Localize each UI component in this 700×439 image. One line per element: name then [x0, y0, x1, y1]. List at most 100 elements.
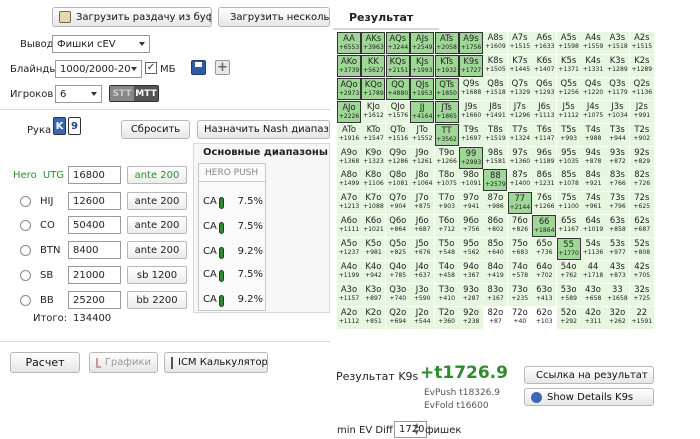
hand-cell[interactable]: Q5s +1256: [556, 77, 581, 100]
mode-mtt[interactable]: MTT: [134, 86, 158, 101]
graphs-button[interactable]: Графики: [89, 352, 158, 373]
hand-cell[interactable]: 44 +1718: [581, 261, 605, 283]
hand-cell[interactable]: J5o +676: [410, 238, 435, 261]
hand-cell[interactable]: 98s +1581: [483, 146, 508, 169]
hand-cell[interactable]: T6o +712: [434, 215, 459, 238]
hand-cell[interactable]: 96s +1189: [532, 146, 557, 169]
hand-cell[interactable]: 64o +702: [532, 261, 557, 283]
push-row[interactable]: CA 7.5%: [201, 218, 263, 238]
ante-button[interactable]: bb 2200: [127, 291, 187, 309]
hand-cell[interactable]: 62s +687: [629, 215, 654, 238]
hand-cell[interactable]: Q7s +1329: [507, 77, 532, 100]
hand-cell[interactable]: 92o +238: [459, 306, 483, 329]
hand-cell[interactable]: 97o +941: [459, 192, 483, 215]
hand-cell[interactable]: A7o +1213: [337, 192, 361, 215]
player-radio[interactable]: [20, 196, 31, 207]
hand-cell[interactable]: K9o +1323: [361, 146, 386, 169]
hand-cell[interactable]: K8o +1106: [361, 169, 386, 192]
player-radio[interactable]: [20, 220, 31, 231]
hand-cell[interactable]: 52s +808: [629, 238, 654, 261]
player-radio[interactable]: [20, 245, 31, 256]
hand-cell[interactable]: Q9o +1286: [385, 146, 410, 169]
hand-cell[interactable]: J4o +637: [410, 261, 435, 283]
load-clipboard-button[interactable]: Загрузить раздачу из буфера: [52, 7, 212, 27]
hand-cell[interactable]: T4o +458: [434, 261, 459, 283]
stack-input[interactable]: 16800: [68, 166, 121, 184]
hand-cell[interactable]: 75o +683: [507, 238, 532, 261]
players-select[interactable]: 6: [55, 85, 102, 103]
hand-cell[interactable]: 43s +873: [605, 261, 630, 283]
hand-cell[interactable]: Q6o +864: [385, 215, 410, 238]
hand-cell[interactable]: Q8s +1518: [483, 77, 508, 100]
hand-cell[interactable]: 53o +589: [556, 283, 581, 306]
hand-cell[interactable]: T2s +902: [629, 123, 654, 146]
hand-cell[interactable]: 82o +87: [483, 306, 508, 329]
hand-cell[interactable]: 96o +756: [459, 215, 483, 238]
hand-cell[interactable]: AQs +3244: [385, 32, 410, 54]
hand-cell[interactable]: K9s +1727: [459, 54, 483, 77]
hand-cell[interactable]: T9o +1266: [434, 146, 459, 169]
hand-cell[interactable]: Q9s +1688: [459, 77, 483, 100]
hand-cell[interactable]: 87s +1400: [507, 169, 532, 192]
hand-cell[interactable]: 64s +1019: [581, 215, 605, 238]
hand-cell[interactable]: 66 +1864: [532, 215, 557, 238]
hand-cell[interactable]: K3o +897: [361, 283, 386, 306]
hand-cell[interactable]: 76o +826: [507, 215, 532, 238]
hand-cell[interactable]: KJo +1612: [361, 100, 386, 123]
hand-cell[interactable]: 54o +762: [556, 261, 581, 283]
hand-cell[interactable]: KK +5627: [361, 54, 386, 77]
hand-cell[interactable]: T8s +1519: [483, 123, 508, 146]
hand-cell[interactable]: A2s +1515: [629, 32, 654, 54]
hand-cell[interactable]: K6s +1407: [532, 54, 557, 77]
hand-cell[interactable]: KTs +1932: [434, 54, 459, 77]
hand-cell[interactable]: 86s +1231: [532, 169, 557, 192]
hand-cell[interactable]: QQ +4880: [385, 77, 410, 100]
hand-cell[interactable]: 93o +287: [459, 283, 483, 306]
hand-cell[interactable]: Q2s +1136: [629, 77, 654, 100]
reset-button[interactable]: Сбросить: [121, 120, 190, 139]
hand-cell[interactable]: Q4s +1220: [581, 77, 605, 100]
hand-cell[interactable]: J8o +1064: [410, 169, 435, 192]
mode-stt[interactable]: STT: [110, 86, 134, 101]
hand-cell[interactable]: 83o +167: [483, 283, 508, 306]
hand-cell[interactable]: Q2o +694: [385, 306, 410, 329]
hand-cell[interactable]: 95s +1035: [556, 146, 581, 169]
hand-cell[interactable]: QJs +1953: [410, 77, 435, 100]
hand-cell[interactable]: 98o +1091: [459, 169, 483, 192]
stack-input[interactable]: 8400: [68, 241, 121, 259]
hand-cell[interactable]: JTs +1865: [434, 100, 459, 123]
ante-button[interactable]: ante 200: [127, 166, 187, 184]
push-row[interactable]: CA 9.2%: [201, 243, 263, 263]
hand-cell[interactable]: 82s +726: [629, 169, 654, 192]
hand-cell[interactable]: 65o +736: [532, 238, 557, 261]
hand-cell[interactable]: J4s +1075: [581, 100, 605, 123]
hand-cell[interactable]: J7s +1296: [507, 100, 532, 123]
hand-cell[interactable]: J6s +1113: [532, 100, 557, 123]
push-row[interactable]: CA 7.5%: [201, 266, 263, 286]
hand-cell[interactable]: JJ +4164: [410, 100, 435, 123]
hand-cell[interactable]: QTs +1850: [434, 77, 459, 100]
hand-cell[interactable]: T4s +988: [581, 123, 605, 146]
hand-cell[interactable]: K6o +1021: [361, 215, 386, 238]
hand-cell[interactable]: K7s +1445: [507, 54, 532, 77]
hand-cell[interactable]: 42o +311: [581, 306, 605, 329]
hand-cell[interactable]: K4s +1331: [581, 54, 605, 77]
hand-cell[interactable]: 85s +1078: [556, 169, 581, 192]
ante-button[interactable]: sb 1200: [127, 266, 187, 284]
hand-cell[interactable]: 73s +796: [605, 192, 630, 215]
hand-cell[interactable]: K2o +851: [361, 306, 386, 329]
hole-card-1[interactable]: K: [53, 117, 66, 135]
hand-cell[interactable]: AKs +3963: [361, 32, 386, 54]
hand-cell[interactable]: J9o +1261: [410, 146, 435, 169]
hand-cell[interactable]: 95o +562: [459, 238, 483, 261]
hand-cell[interactable]: Q7o +904: [385, 192, 410, 215]
hand-cell[interactable]: T7s +1324: [507, 123, 532, 146]
hand-cell[interactable]: AQo +2973: [337, 77, 361, 100]
hand-cell[interactable]: JTo +1552: [410, 123, 435, 146]
hand-cell[interactable]: J3o +590: [410, 283, 435, 306]
hand-cell[interactable]: K4o +942: [361, 261, 386, 283]
load-several-button[interactable]: Загрузить несколь: [218, 7, 330, 27]
hand-cell[interactable]: A5s +1598: [556, 32, 581, 54]
hand-cell[interactable]: A9o +1368: [337, 146, 361, 169]
hand-cell[interactable]: 72s +625: [629, 192, 654, 215]
